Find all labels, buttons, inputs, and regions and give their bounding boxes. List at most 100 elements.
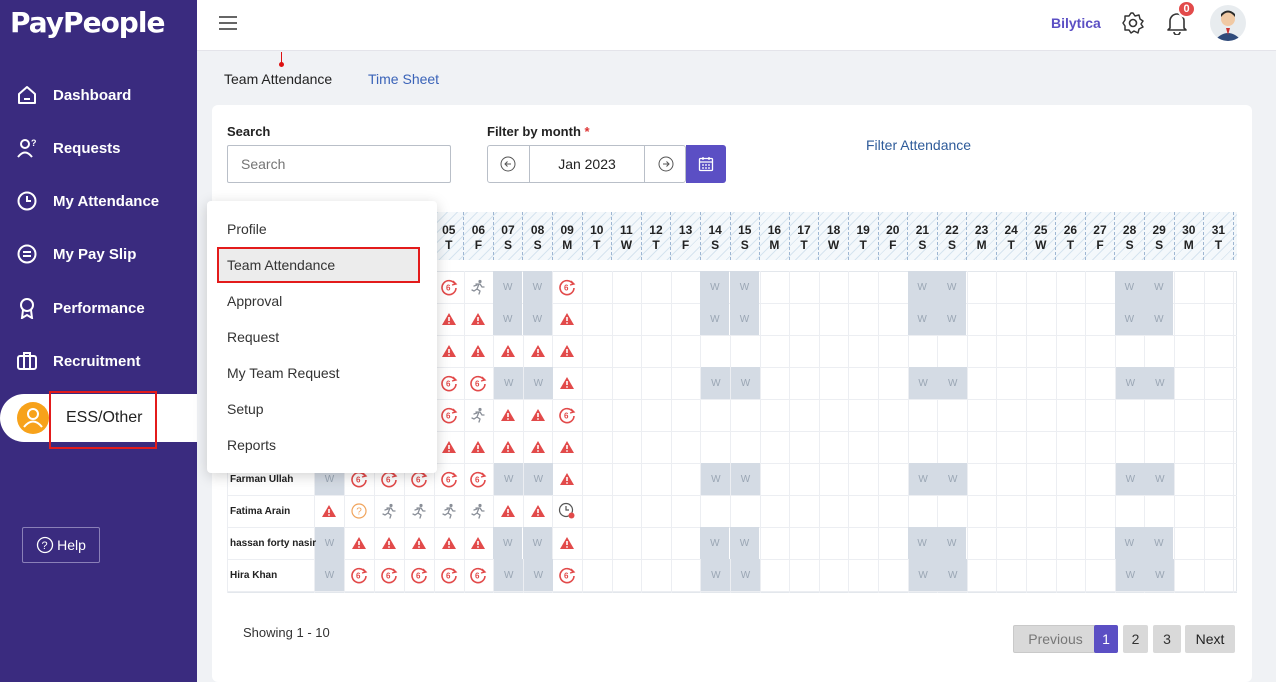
sidebar-item-dashboard[interactable]: Dashboard [16, 84, 131, 106]
weekend-cell: W [1114, 271, 1144, 303]
running-icon[interactable] [440, 502, 458, 520]
weekend-cell: W [523, 559, 553, 591]
page-button[interactable]: 2 [1123, 625, 1148, 653]
gear-icon[interactable] [1121, 11, 1145, 35]
alert-icon[interactable] [469, 438, 487, 456]
weekend-cell: W [1115, 463, 1145, 495]
app-logo[interactable]: PayPeople [10, 6, 165, 39]
running-icon[interactable] [469, 406, 487, 424]
alert-icon[interactable] [440, 310, 458, 328]
alert-icon[interactable] [558, 470, 576, 488]
menu-item-team-attendance[interactable]: Team Attendance [227, 257, 335, 273]
sidebar-item-recruitment[interactable]: Recruitment [16, 350, 141, 372]
alert-icon[interactable] [499, 438, 517, 456]
alert-icon[interactable] [350, 534, 368, 552]
alert-icon[interactable] [499, 342, 517, 360]
menu-item-reports[interactable]: Reports [227, 437, 276, 453]
menu-toggle-icon[interactable] [219, 16, 237, 30]
alert-icon[interactable] [529, 438, 547, 456]
day-weekday: F [474, 238, 483, 252]
svg-text:6: 6 [386, 476, 391, 485]
avatar[interactable] [1210, 5, 1246, 41]
sidebar-item-my-pay-slip[interactable]: My Pay Slip [16, 243, 136, 265]
page-button[interactable]: 3 [1153, 625, 1181, 653]
page-button[interactable]: 1 [1094, 625, 1118, 653]
alert-icon[interactable] [320, 502, 338, 520]
alert-icon[interactable] [469, 310, 487, 328]
leave-icon[interactable]: 6 [440, 470, 458, 488]
alert-icon[interactable] [558, 534, 576, 552]
alert-icon[interactable] [499, 502, 517, 520]
menu-item-request[interactable]: Request [227, 329, 279, 345]
running-icon[interactable] [469, 278, 487, 296]
search-input[interactable] [227, 145, 451, 183]
next-month-button[interactable] [644, 145, 686, 183]
sidebar-item-requests[interactable]: ? Requests [16, 137, 121, 159]
sidebar-item-performance[interactable]: Performance [16, 297, 145, 319]
previous-button[interactable]: Previous [1013, 625, 1098, 653]
weekend-cell: W [1144, 527, 1174, 559]
leave-icon[interactable]: 6 [440, 374, 458, 392]
sidebar-item-label: Requests [53, 139, 121, 157]
leave-icon[interactable]: 6 [410, 566, 428, 584]
day-weekday: F [889, 238, 897, 252]
running-icon[interactable] [410, 502, 428, 520]
alert-icon[interactable] [469, 342, 487, 360]
alert-icon[interactable] [380, 534, 398, 552]
alert-icon[interactable] [529, 406, 547, 424]
late-clock-icon[interactable] [558, 502, 576, 520]
alert-icon[interactable] [410, 534, 428, 552]
alert-icon[interactable] [469, 534, 487, 552]
alert-icon[interactable] [558, 310, 576, 328]
leave-icon[interactable]: 6 [440, 566, 458, 584]
question-icon[interactable]: ? [350, 502, 368, 520]
leave-icon[interactable]: 6 [558, 566, 576, 584]
calendar-button[interactable] [686, 145, 726, 183]
alert-icon[interactable] [558, 438, 576, 456]
leave-icon[interactable]: 6 [380, 566, 398, 584]
prev-month-button[interactable] [487, 145, 530, 183]
leave-icon[interactable]: 6 [558, 278, 576, 296]
menu-item-profile[interactable]: Profile [227, 221, 267, 237]
alert-icon[interactable] [529, 342, 547, 360]
alert-icon[interactable] [440, 438, 458, 456]
tab-team-attendance[interactable]: Team Attendance [224, 71, 332, 87]
alert-icon[interactable] [499, 406, 517, 424]
employee-name[interactable]: hassan forty nasir [230, 538, 316, 549]
grid-line [227, 591, 1237, 592]
filter-attendance-link[interactable]: Filter Attendance [866, 137, 971, 153]
next-button[interactable]: Next [1185, 625, 1235, 653]
employee-name[interactable]: Farman Ullah [230, 474, 293, 485]
weekend-cell: W [1145, 463, 1175, 495]
day-number: 12 [649, 223, 663, 237]
leave-icon[interactable]: 6 [440, 406, 458, 424]
menu-item-my-team-request[interactable]: My Team Request [227, 365, 340, 381]
leave-icon[interactable]: 6 [558, 406, 576, 424]
alert-icon[interactable] [440, 342, 458, 360]
day-number: 22 [945, 223, 959, 237]
day-header: 25 W [1026, 223, 1056, 253]
leave-icon[interactable]: 6 [469, 374, 487, 392]
alert-icon[interactable] [558, 342, 576, 360]
alert-icon[interactable] [440, 534, 458, 552]
alert-icon[interactable] [558, 374, 576, 392]
leave-icon[interactable]: 6 [440, 278, 458, 296]
grid-line [759, 271, 761, 593]
sidebar-item-my-attendance[interactable]: My Attendance [16, 190, 159, 212]
employee-name[interactable]: Hira Khan [230, 570, 277, 581]
leave-icon[interactable]: 6 [469, 566, 487, 584]
grid-line [670, 271, 672, 593]
tab-time-sheet[interactable]: Time Sheet [368, 71, 439, 87]
leave-icon[interactable]: 6 [350, 566, 368, 584]
alert-icon[interactable] [529, 502, 547, 520]
running-icon[interactable] [469, 502, 487, 520]
company-name[interactable]: Bilytica [1051, 15, 1101, 31]
sidebar-item-label: Recruitment [53, 352, 141, 370]
month-value[interactable]: Jan 2023 [530, 145, 644, 183]
menu-item-approval[interactable]: Approval [227, 293, 282, 309]
running-icon[interactable] [380, 502, 398, 520]
menu-item-setup[interactable]: Setup [227, 401, 264, 417]
help-button[interactable]: ? Help [22, 527, 100, 563]
employee-name[interactable]: Fatima Arain [230, 506, 290, 517]
leave-icon[interactable]: 6 [469, 470, 487, 488]
